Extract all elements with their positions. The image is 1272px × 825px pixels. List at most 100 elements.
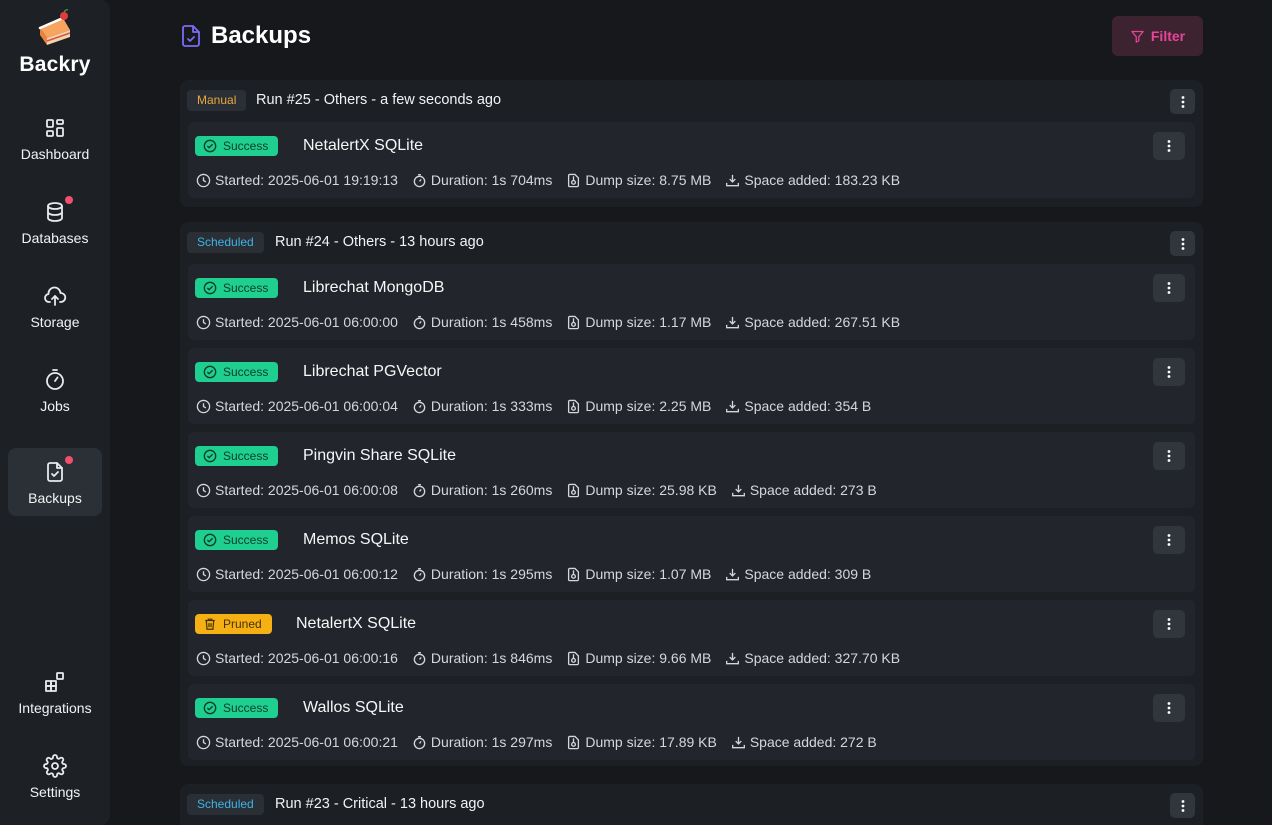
backup-job[interactable]: Success Librechat PGVector Started: 2025-0…: [188, 348, 1195, 424]
more-vertical-icon: [1167, 702, 1171, 714]
space-added-meta: Space added: 272 B: [731, 734, 877, 750]
check-circle-icon: [203, 533, 217, 547]
status-badge: Success: [195, 278, 279, 298]
job-meta: Started: 2025-06-01 06:00:16 Duration: 1s…: [196, 650, 914, 666]
download-tray-icon: [726, 316, 740, 328]
stopwatch-icon: [413, 651, 426, 665]
run-type-badge: Scheduled: [187, 232, 264, 253]
backup-job[interactable]: Success Librechat MongoDB Started: 2025-06…: [188, 264, 1195, 340]
run-menu-button[interactable]: [1170, 231, 1195, 256]
brand[interactable]: Backry: [0, 8, 110, 77]
file-archive-icon: [568, 173, 580, 187]
run-menu-button[interactable]: [1170, 793, 1195, 818]
job-meta: Started: 2025-06-01 06:00:04 Duration: 1s…: [196, 398, 885, 414]
sidebar-item-dashboard[interactable]: Dashboard: [8, 104, 102, 172]
backup-job[interactable]: Success Pingvin Share SQLite Started: 2025…: [188, 432, 1195, 508]
started-meta: Started: 2025-06-01 06:00:08: [196, 482, 398, 498]
check-circle-icon: [203, 281, 217, 295]
dump-size-meta: Dump size: 1.07 MB: [566, 566, 711, 582]
download-tray-icon: [726, 174, 740, 186]
gear-icon: [43, 754, 67, 778]
page-title: Backups: [211, 22, 312, 49]
more-vertical-icon: [1181, 95, 1184, 108]
stopwatch-icon: [43, 368, 67, 392]
status-badge: Success: [195, 698, 279, 718]
file-check-icon: [43, 456, 73, 484]
status-badge: Success: [195, 362, 279, 382]
check-circle-icon: [203, 139, 217, 153]
filter-label: Filter: [1150, 28, 1186, 44]
more-vertical-icon: [1181, 237, 1184, 250]
space-added-meta: Space added: 327.70 KB: [725, 650, 900, 666]
more-vertical-icon: [1167, 450, 1171, 462]
sidebar-item-label: Integrations: [18, 700, 92, 716]
duration-meta: Duration: 1s 260ms: [412, 482, 552, 498]
sidebar-item-jobs[interactable]: Jobs: [8, 356, 102, 424]
run-card: Manual Run #25 - Others - a few seconds …: [180, 80, 1203, 207]
integrations-icon: [43, 670, 67, 694]
file-archive-icon: [568, 735, 580, 749]
job-meta: Started: 2025-06-01 19:19:13 Duration: 1…: [196, 172, 914, 188]
file-archive-icon: [568, 399, 580, 413]
job-menu-button[interactable]: [1153, 442, 1185, 470]
run-type-badge: Manual: [187, 90, 247, 111]
more-vertical-icon: [1167, 534, 1171, 546]
job-name: NetalertX SQLite: [303, 137, 424, 154]
clock-icon: [196, 399, 211, 413]
backup-job[interactable]: Success NetalertX SQLite Started: 2025-0…: [188, 122, 1195, 198]
job-name: Librechat MongoDB: [303, 279, 445, 296]
dashboard-icon: [43, 116, 67, 140]
job-menu-button[interactable]: [1153, 694, 1185, 722]
trash-icon: [205, 618, 215, 630]
check-circle-icon: [203, 701, 217, 715]
started-meta: Started: 2025-06-01 06:00:00: [196, 314, 398, 330]
sidebar-item-backups[interactable]: Backups: [8, 448, 102, 516]
download-tray-icon: [731, 484, 745, 496]
more-vertical-icon: [1167, 366, 1171, 378]
dump-size-meta: Dump size: 17.89 KB: [566, 734, 717, 750]
backup-job[interactable]: Success Wallos SQLite Started: 2025-06-01 …: [188, 684, 1195, 760]
run-title: Run #23 - Critical - 13 hours ago: [275, 796, 485, 812]
more-vertical-icon: [1167, 282, 1171, 294]
sidebar-item-integrations[interactable]: Integrations: [8, 658, 102, 726]
dump-size-meta: Dump size: 8.75 MB: [566, 172, 711, 188]
run-card: Scheduled Run #24 - Others - 13 hours ag…: [180, 222, 1203, 766]
started-meta: Started: 2025-06-01 06:00:21: [196, 734, 398, 750]
job-menu-button[interactable]: [1153, 132, 1185, 160]
job-meta: Started: 2025-06-01 06:00:21 Duration: 1s…: [196, 734, 891, 750]
space-added-meta: Space added: 354 B: [725, 398, 871, 414]
started-meta: Started: 2025-06-01 06:00:04: [196, 398, 398, 414]
sidebar-item-settings[interactable]: Settings: [8, 742, 102, 810]
clock-icon: [196, 567, 211, 581]
download-tray-icon: [726, 400, 740, 412]
filter-button[interactable]: Filter: [1112, 16, 1203, 56]
status-badge: Success: [195, 136, 279, 156]
sidebar-item-label: Databases: [21, 230, 89, 246]
run-menu-button[interactable]: [1170, 89, 1195, 114]
job-menu-button[interactable]: [1153, 358, 1185, 386]
download-tray-icon: [731, 736, 745, 748]
run-header: Scheduled Run #24 - Others - 13 hours ag…: [180, 222, 1203, 262]
run-title: Run #25 - Others - a few seconds ago: [256, 92, 502, 108]
job-menu-button[interactable]: [1153, 274, 1185, 302]
job-menu-button[interactable]: [1153, 610, 1185, 638]
job-meta: Started: 2025-06-01 06:00:08 Duration: 1s…: [196, 482, 891, 498]
sidebar-item-label: Jobs: [40, 398, 70, 414]
backup-job[interactable]: Pruned NetalertX SQLite Started: 2025-06-0…: [188, 600, 1195, 676]
status-badge: Success: [195, 446, 279, 466]
check-circle-icon: [203, 449, 217, 463]
cloud-upload-icon: [43, 284, 67, 308]
sidebar-item-storage[interactable]: Storage: [8, 272, 102, 340]
started-meta: Started: 2025-06-01 06:00:12: [196, 566, 398, 582]
more-vertical-icon: [1181, 799, 1184, 812]
sidebar-item-databases[interactable]: Databases: [8, 188, 102, 256]
clock-icon: [196, 651, 211, 665]
clock-icon: [196, 735, 211, 749]
job-menu-button[interactable]: [1153, 526, 1185, 554]
backup-job[interactable]: Success Memos SQLite Started: 2025-06-01 0…: [188, 516, 1195, 592]
stopwatch-icon: [413, 173, 426, 187]
stopwatch-icon: [413, 315, 426, 329]
clock-icon: [196, 483, 211, 497]
duration-meta: Duration: 1s 846ms: [412, 650, 552, 666]
notification-dot: [65, 456, 73, 464]
